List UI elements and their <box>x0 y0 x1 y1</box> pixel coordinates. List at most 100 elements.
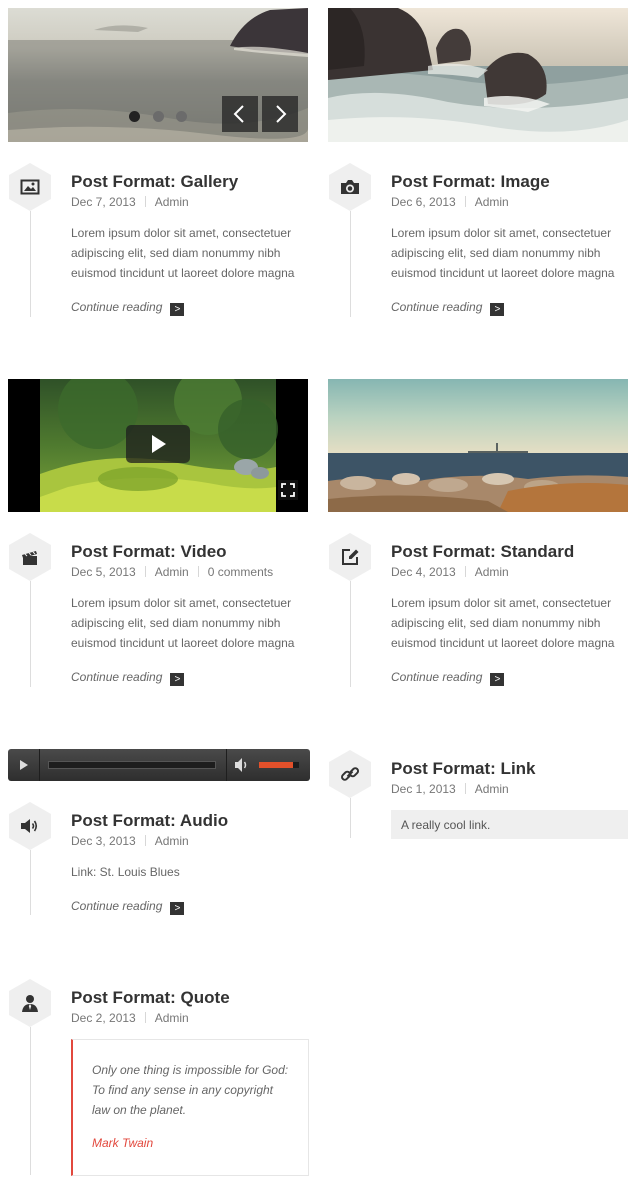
post-author[interactable]: Admin <box>155 834 189 848</box>
link-text[interactable]: A really cool link. <box>401 818 490 832</box>
excerpt-line: adipiscing elit, sed diam nonummy nibh <box>71 246 281 260</box>
continue-reading-link[interactable]: Continue reading > <box>391 670 505 686</box>
post-excerpt: Lorem ipsum dolor sit amet, consectetuer… <box>391 223 631 283</box>
timeline-line <box>350 581 351 687</box>
gallery-format-badge <box>9 163 51 211</box>
chevron-left-icon <box>233 105 244 123</box>
post-author[interactable]: Admin <box>475 782 509 796</box>
continue-reading-label: Continue reading <box>71 300 163 314</box>
fullscreen-icon <box>281 483 295 497</box>
image-icon <box>20 179 40 195</box>
excerpt-line: euismod tincidunt ut laoreet dolore magn… <box>71 636 295 650</box>
slider-dot-3[interactable] <box>176 111 187 122</box>
post-meta: Dec 6, 2013 Admin <box>391 195 509 209</box>
excerpt-line: euismod tincidunt ut laoreet dolore magn… <box>391 266 615 280</box>
speaker-icon <box>21 819 38 833</box>
excerpt-line: euismod tincidunt ut laoreet dolore magn… <box>71 266 295 280</box>
excerpt-line: Lorem ipsum dolor sit amet, consectetuer <box>71 226 292 240</box>
audio-seek-bar[interactable] <box>48 761 216 769</box>
continue-reading-link[interactable]: Continue reading > <box>71 899 185 915</box>
link-icon <box>341 767 360 781</box>
pier-seascape-image <box>328 379 628 512</box>
standard-format-badge <box>329 533 371 581</box>
post-date[interactable]: Dec 6, 2013 <box>391 195 456 209</box>
post-date[interactable]: Dec 2, 2013 <box>71 1011 136 1025</box>
post-title[interactable]: Post Format: Standard <box>391 542 574 562</box>
user-icon <box>22 995 38 1012</box>
excerpt-line: adipiscing elit, sed diam nonummy nibh <box>71 616 281 630</box>
post-excerpt: Lorem ipsum dolor sit amet, consectetuer… <box>71 593 311 653</box>
post-author[interactable]: Admin <box>475 195 509 209</box>
post-title[interactable]: Post Format: Video <box>71 542 227 562</box>
post-meta: Dec 4, 2013 Admin <box>391 565 509 579</box>
post-author[interactable]: Admin <box>155 1011 189 1025</box>
excerpt-line: Lorem ipsum dolor sit amet, consectetuer <box>71 596 292 610</box>
audio-volume-button[interactable] <box>226 749 257 781</box>
post-meta: Dec 5, 2013 Admin 0 comments <box>71 565 273 579</box>
excerpt-line: adipiscing elit, sed diam nonummy nibh <box>391 246 601 260</box>
audio-volume-slider[interactable] <box>259 762 299 768</box>
post-date[interactable]: Dec 5, 2013 <box>71 565 136 579</box>
arrow-right-icon: > <box>490 673 505 686</box>
post-excerpt: Lorem ipsum dolor sit amet, consectetuer… <box>391 593 631 653</box>
quote-text: Only one thing is impossible for God: To… <box>92 1060 288 1120</box>
slider-dot-2[interactable] <box>153 111 164 122</box>
post-author[interactable]: Admin <box>155 195 189 209</box>
standard-post-featured-image[interactable] <box>328 379 628 512</box>
post-comments[interactable]: 0 comments <box>208 565 273 579</box>
arrow-right-icon: > <box>170 902 185 915</box>
post-meta: Dec 3, 2013 Admin <box>71 834 189 848</box>
video-format-badge <box>9 533 51 581</box>
play-icon <box>152 435 166 453</box>
gallery-slider[interactable] <box>8 8 308 142</box>
slider-next-button[interactable] <box>262 96 298 132</box>
post-title[interactable]: Post Format: Image <box>391 172 550 192</box>
link-box[interactable]: A really cool link. <box>391 810 628 839</box>
image-post-featured-image[interactable] <box>328 8 628 142</box>
continue-reading-label: Continue reading <box>391 300 483 314</box>
audio-play-button[interactable] <box>8 749 40 781</box>
fullscreen-button[interactable] <box>278 480 298 500</box>
post-title[interactable]: Post Format: Gallery <box>71 172 238 192</box>
continue-reading-label: Continue reading <box>71 899 163 913</box>
quote-format-badge <box>9 979 51 1027</box>
post-date[interactable]: Dec 1, 2013 <box>391 782 456 796</box>
timeline-line <box>30 850 31 915</box>
post-date[interactable]: Dec 7, 2013 <box>71 195 136 209</box>
sea-rocks-image <box>328 8 628 142</box>
volume-icon <box>235 758 247 772</box>
clapperboard-icon <box>22 551 37 565</box>
post-body: Link: St. Louis Blues <box>71 862 311 882</box>
post-date[interactable]: Dec 4, 2013 <box>391 565 456 579</box>
post-excerpt: Lorem ipsum dolor sit amet, consectetuer… <box>71 223 311 283</box>
post-meta: Dec 2, 2013 Admin <box>71 1011 189 1025</box>
continue-reading-link[interactable]: Continue reading > <box>71 300 185 316</box>
video-player[interactable] <box>8 379 308 512</box>
arrow-right-icon: > <box>170 673 185 686</box>
post-title[interactable]: Post Format: Link <box>391 759 536 779</box>
post-title[interactable]: Post Format: Audio <box>71 811 228 831</box>
post-author[interactable]: Admin <box>155 565 189 579</box>
chevron-right-icon <box>276 105 287 123</box>
slider-prev-button[interactable] <box>222 96 258 132</box>
timeline-line <box>350 798 351 838</box>
arrow-right-icon: > <box>170 303 185 316</box>
arrow-right-icon: > <box>490 303 505 316</box>
edit-icon <box>342 549 359 565</box>
continue-reading-link[interactable]: Continue reading > <box>391 300 505 316</box>
quote-line: To find any sense in any copyright <box>92 1083 274 1097</box>
video-play-button[interactable] <box>126 425 190 463</box>
post-author[interactable]: Admin <box>475 565 509 579</box>
timeline-line <box>350 211 351 317</box>
link-format-badge <box>329 750 371 798</box>
audio-format-badge <box>9 802 51 850</box>
continue-reading-link[interactable]: Continue reading > <box>71 670 185 686</box>
timeline-line <box>30 1027 31 1175</box>
quote-author[interactable]: Mark Twain <box>92 1136 153 1150</box>
post-title[interactable]: Post Format: Quote <box>71 988 230 1008</box>
excerpt-line: Lorem ipsum dolor sit amet, consectetuer <box>391 596 612 610</box>
volume-level <box>259 762 293 768</box>
post-date[interactable]: Dec 3, 2013 <box>71 834 136 848</box>
continue-reading-label: Continue reading <box>391 670 483 684</box>
slider-dot-1[interactable] <box>129 111 140 122</box>
